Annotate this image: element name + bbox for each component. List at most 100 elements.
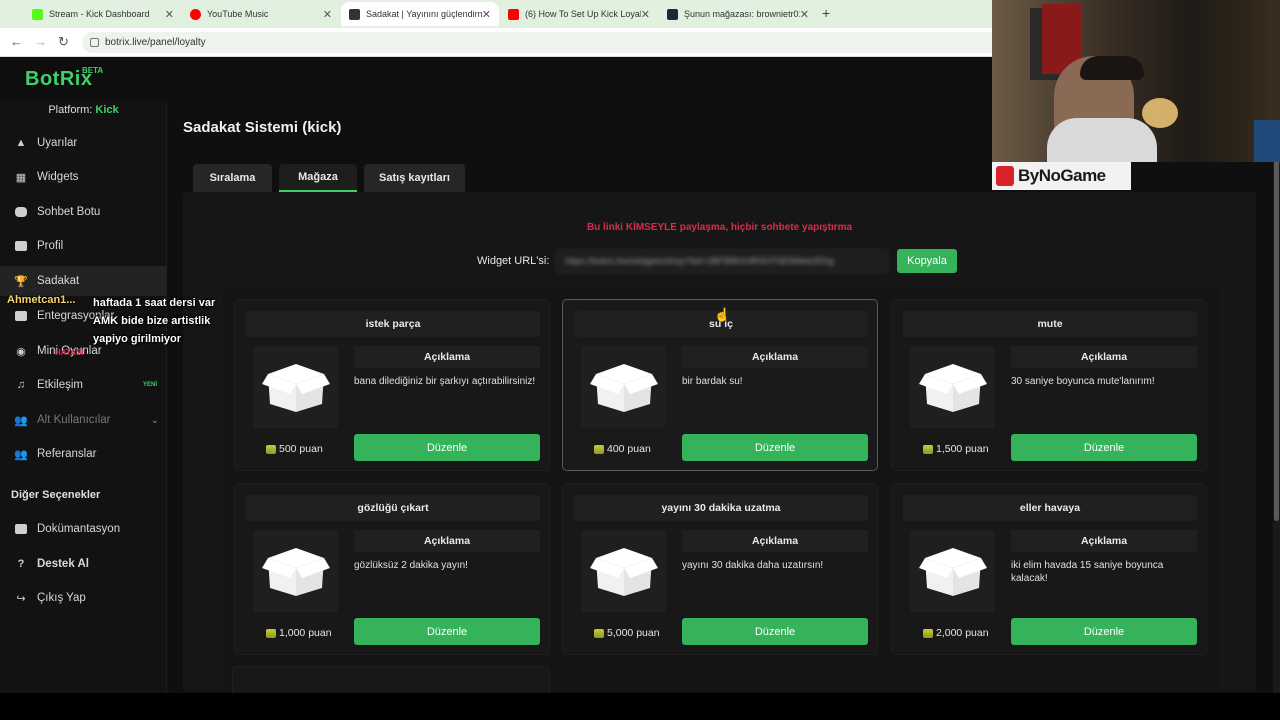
- trophy-icon: 🏆: [14, 275, 28, 288]
- widget-url-label: Widget URL'si:: [477, 255, 550, 267]
- new-badge: YENİ: [142, 382, 157, 388]
- edit-button[interactable]: Düzenle: [354, 618, 540, 645]
- item-description: gözlüksüz 2 dakika yayın!: [354, 560, 468, 571]
- sidebar-item-loyalty[interactable]: 🏆 Sadakat: [0, 266, 167, 296]
- tab-sales-log[interactable]: Satış kayıtları: [364, 164, 465, 192]
- item-description: yayını 30 dakika daha uzatırsın!: [682, 560, 824, 571]
- box-icon: [253, 530, 338, 612]
- box-icon: [581, 530, 666, 612]
- steam-favicon-icon: [667, 8, 678, 20]
- box-icon: [910, 346, 995, 428]
- close-tab-icon[interactable]: ✕: [323, 8, 332, 21]
- item-price: 1,500 puan: [923, 443, 989, 455]
- coin-icon: [266, 628, 276, 638]
- sidebar-section-title: Diğer Seçenekler: [11, 489, 101, 501]
- browser-tab[interactable]: Stream - Kick Dashboard ✕: [24, 2, 182, 26]
- robot-icon: [14, 206, 28, 218]
- store-item-card-partial: [232, 666, 550, 694]
- sidebar-item-interaction[interactable]: ♫ Etkileşim YENİ: [0, 370, 167, 400]
- item-title: eller havaya: [903, 495, 1197, 521]
- browser-tab-active[interactable]: Sadakat | Yayınını güçlendirme ✕: [341, 2, 499, 26]
- sidebar-item-referrals[interactable]: 👥 Referanslar: [0, 439, 167, 469]
- chat-username: Ahmetcan1...: [7, 294, 76, 306]
- chat-message: haftada 1 saat dersi var AMK bide bize a…: [93, 297, 216, 345]
- edit-button[interactable]: Düzenle: [682, 618, 868, 645]
- description-label: Açıklama: [354, 346, 540, 368]
- sidebar-item-chat-bot[interactable]: Sohbet Botu: [0, 197, 167, 227]
- browser-tab[interactable]: (6) How To Set Up Kick Loyalty ✕: [500, 2, 658, 26]
- item-title: mute: [903, 311, 1197, 337]
- monitor-glow: [1254, 120, 1280, 162]
- coin-icon: [923, 444, 933, 454]
- chat-tag: HATASI: [55, 348, 84, 357]
- chat-overlay: Ahmetcan1... haftada 1 saat dersi var AM…: [7, 294, 217, 364]
- music-icon: ♫: [16, 379, 26, 391]
- store-item-card: su iç Açıklama bir bardak su! 400 puan D…: [562, 299, 878, 471]
- item-price: 500 puan: [266, 443, 323, 455]
- reload-icon[interactable]: ↻: [58, 34, 69, 50]
- browser-tab[interactable]: Şunun mağazası: brownietr01 | ✕: [659, 2, 817, 26]
- description-label: Açıklama: [1011, 346, 1197, 368]
- item-description: iki elim havada 15 saniye boyunca kalaca…: [1011, 560, 1164, 584]
- item-price: 1,000 puan: [266, 627, 332, 639]
- sidebar-item-profile[interactable]: Profil: [0, 231, 167, 261]
- sidebar-item-widgets[interactable]: ▦ Widgets: [0, 162, 167, 192]
- webcam-overlay: [992, 0, 1280, 162]
- item-title: gözlüğü çıkart: [246, 495, 540, 521]
- description-label: Açıklama: [354, 530, 540, 552]
- copy-button[interactable]: Kopyala: [897, 249, 957, 273]
- beta-badge: BETA: [82, 66, 104, 75]
- page-title: Sadakat Sistemi (kick): [183, 119, 342, 136]
- edit-button[interactable]: Düzenle: [682, 434, 868, 461]
- store-item-card: yayını 30 dakika uzatma Açıklama yayını …: [562, 483, 878, 655]
- item-description: bana dilediğiniz bir şarkıyı açtırabilir…: [354, 376, 536, 387]
- edit-button[interactable]: Düzenle: [1011, 434, 1197, 461]
- store-item-card: istek parça Açıklama bana dilediğiniz bi…: [234, 299, 550, 471]
- store-item-card: eller havaya Açıklama iki elim havada 15…: [891, 483, 1207, 655]
- forward-icon[interactable]: →: [34, 34, 47, 49]
- security-warning: Bu linki KİMSEYLE paylaşma, hiçbir sohbe…: [586, 222, 853, 233]
- back-icon[interactable]: ←: [10, 34, 23, 49]
- sidebar-item-support[interactable]: ? Destek Al: [0, 549, 167, 579]
- item-title: yayını 30 dakika uzatma: [574, 495, 868, 521]
- tab-store[interactable]: Mağaza: [279, 164, 357, 192]
- streamer-shirt: [1047, 118, 1157, 162]
- edit-button[interactable]: Düzenle: [354, 434, 540, 461]
- logout-icon: ↪: [16, 592, 26, 605]
- item-price: 400 puan: [594, 443, 651, 455]
- sponsor-banner: ByNoGame: [992, 162, 1131, 190]
- close-tab-icon[interactable]: ✕: [165, 8, 174, 21]
- sidebar-item-docs[interactable]: Dokümantasyon: [0, 514, 167, 544]
- item-price: 2,000 puan: [923, 627, 989, 639]
- botrix-favicon-icon: [349, 8, 360, 20]
- widget-url-field[interactable]: https://botrix.live/widgets/shop?bid=2BF…: [556, 249, 888, 273]
- item-price: 5,000 puan: [594, 627, 660, 639]
- bottom-bar: [0, 693, 1280, 720]
- coin-icon: [594, 628, 604, 638]
- browser-tab[interactable]: YouTube Music ✕: [182, 2, 340, 26]
- item-title: istek parça: [246, 311, 540, 337]
- edit-button[interactable]: Düzenle: [1011, 618, 1197, 645]
- close-tab-icon[interactable]: ✕: [482, 8, 491, 21]
- coin-icon: [923, 628, 933, 638]
- help-icon: ?: [17, 558, 25, 570]
- sidebar-item-logout[interactable]: ↪ Çıkış Yap: [0, 583, 167, 613]
- kick-favicon-icon: [32, 8, 43, 20]
- tab-ranking[interactable]: Sıralama: [193, 164, 272, 192]
- site-info-icon[interactable]: [90, 38, 99, 47]
- sidebar-item-sub-users[interactable]: 👥 Alt Kullanıcılar ⌄: [0, 405, 167, 435]
- hand-cursor-icon: ☝: [714, 307, 731, 322]
- close-tab-icon[interactable]: ✕: [641, 8, 650, 21]
- book-icon: [14, 523, 28, 535]
- sidebar-item-alerts[interactable]: ▲ Uyarılar: [0, 128, 167, 158]
- description-label: Açıklama: [682, 346, 868, 368]
- lamp-light: [1142, 98, 1178, 128]
- scrollbar-thumb[interactable]: [1274, 101, 1279, 521]
- box-icon: [253, 346, 338, 428]
- store-item-card: gözlüğü çıkart Açıklama gözlüksüz 2 daki…: [234, 483, 550, 655]
- close-tab-icon[interactable]: ✕: [800, 8, 809, 21]
- box-icon: [581, 346, 666, 428]
- new-tab-icon[interactable]: +: [822, 5, 830, 21]
- coin-icon: [594, 444, 604, 454]
- platform-indicator: Platform: Kick: [48, 104, 119, 116]
